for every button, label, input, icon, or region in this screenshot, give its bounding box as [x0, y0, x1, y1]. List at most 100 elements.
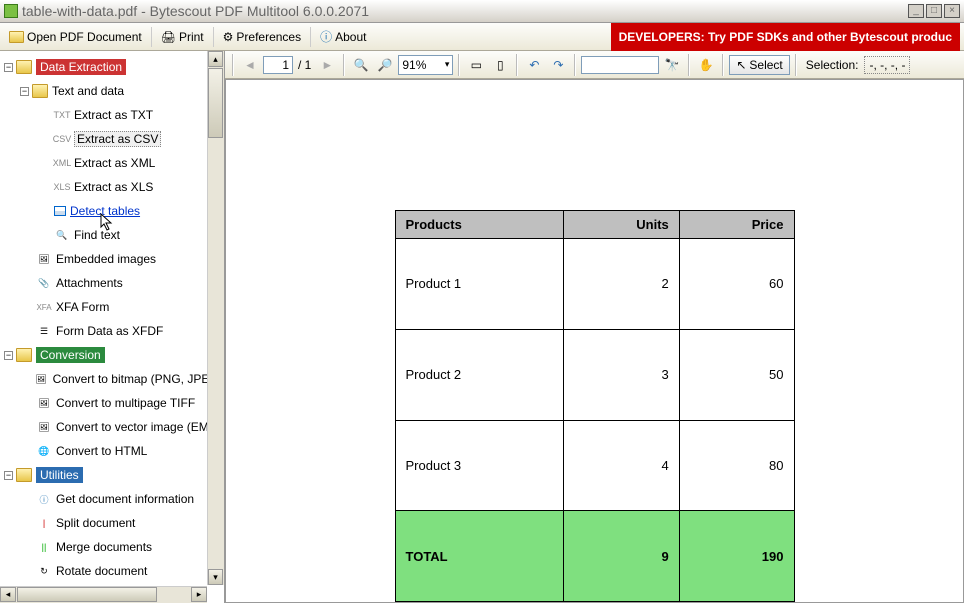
pdf-table: Products Units Price Product 1 2 60 Prod…: [395, 210, 795, 602]
scroll-thumb[interactable]: [17, 587, 157, 602]
xml-icon: XML: [54, 156, 70, 170]
collapse-icon[interactable]: −: [4, 471, 13, 480]
node-label: Form Data as XFDF: [56, 324, 163, 338]
tree-xfa-form[interactable]: XFA XFA Form: [2, 295, 222, 319]
preferences-button[interactable]: ⚙ Preferences: [218, 28, 306, 46]
sidebar-hscrollbar[interactable]: ◂ ▸: [0, 586, 207, 603]
tree-conv-vector[interactable]: 🖼 Convert to vector image (EMF): [2, 415, 222, 439]
csv-icon: CSV: [54, 132, 70, 146]
tree-get-info[interactable]: ⓘ Get document information: [2, 487, 222, 511]
collapse-icon[interactable]: −: [4, 351, 13, 360]
html-icon: 🌐: [36, 444, 52, 458]
select-tool-button[interactable]: ↖ Select: [729, 55, 789, 75]
node-label: Attachments: [56, 276, 123, 290]
window-title: table-with-data.pdf - Bytescout PDF Mult…: [22, 3, 369, 19]
tree-conv-tiff[interactable]: 🖼 Convert to multipage TIFF: [2, 391, 222, 415]
cell-price: 60: [679, 239, 794, 330]
tree-detect-tables[interactable]: Detect tables: [2, 199, 222, 223]
cell-product: Product 1: [395, 239, 563, 330]
tree-conv-bitmap[interactable]: 🖼 Convert to bitmap (PNG, JPEG,: [2, 367, 222, 391]
about-label: About: [335, 30, 366, 44]
tree-merge[interactable]: || Merge documents: [2, 535, 222, 559]
next-page-button[interactable]: ►: [316, 54, 338, 76]
document-view[interactable]: Products Units Price Product 1 2 60 Prod…: [225, 79, 964, 603]
paperclip-icon: 📎: [36, 276, 52, 290]
binoculars-icon: 🔭: [665, 58, 680, 72]
tiff-icon: 🖼: [36, 396, 52, 410]
cat-label: Conversion: [36, 347, 105, 363]
chevron-down-icon: ▾: [445, 59, 450, 70]
open-label: Open PDF Document: [27, 30, 142, 44]
developers-banner[interactable]: DEVELOPERS: Try PDF SDKs and other Bytes…: [611, 23, 960, 51]
col-price: Price: [679, 211, 794, 239]
tree-rotate[interactable]: ↻ Rotate document: [2, 559, 222, 583]
rotate-icon: ↻: [36, 564, 52, 578]
tree-text-and-data[interactable]: − Text and data: [2, 79, 222, 103]
cell-total-price: 190: [679, 511, 794, 602]
tree-data-extraction[interactable]: − Data Extraction: [2, 55, 222, 79]
cell-units: 4: [563, 420, 679, 511]
print-button[interactable]: 🖨 Print: [156, 28, 209, 46]
tree-conv-html[interactable]: 🌐 Convert to HTML: [2, 439, 222, 463]
minimize-button[interactable]: _: [908, 4, 924, 18]
print-label: Print: [179, 30, 204, 44]
close-button[interactable]: ×: [944, 4, 960, 18]
zoom-in-button[interactable]: 🔎: [374, 54, 396, 76]
arrow-left-icon: ◄: [244, 58, 256, 72]
tree-conversion[interactable]: − Conversion: [2, 343, 222, 367]
tree-extract-txt[interactable]: TXT Extract as TXT: [2, 103, 222, 127]
tree-split[interactable]: | Split document: [2, 511, 222, 535]
collapse-icon[interactable]: −: [20, 87, 29, 96]
zoom-select[interactable]: 91% ▾: [398, 55, 453, 75]
tree-extract-csv[interactable]: CSV Extract as CSV: [2, 127, 222, 151]
rotate-cw-button[interactable]: ↷: [547, 54, 569, 76]
open-pdf-button[interactable]: Open PDF Document: [4, 28, 147, 46]
prev-page-button[interactable]: ◄: [239, 54, 261, 76]
cell-price: 80: [679, 420, 794, 511]
about-button[interactable]: ⓘ About: [315, 26, 371, 47]
sidebar: − Data Extraction − Text and data TXT Ex…: [0, 51, 225, 603]
search-button[interactable]: 🔭: [661, 54, 683, 76]
scroll-thumb[interactable]: [208, 68, 223, 138]
fit-page-button[interactable]: ▭: [465, 54, 487, 76]
node-label: XFA Form: [56, 300, 109, 314]
scroll-right-icon[interactable]: ▸: [191, 587, 207, 602]
tree-embedded-images[interactable]: 🖼 Embedded images: [2, 247, 222, 271]
hand-icon: ✋: [699, 58, 714, 72]
gear-icon: ⚙: [223, 30, 234, 44]
tree-utilities[interactable]: − Utilities: [2, 463, 222, 487]
search-input[interactable]: [581, 56, 659, 74]
folder-icon: [32, 84, 48, 98]
node-label: Convert to vector image (EMF): [56, 420, 220, 434]
tree-form-data[interactable]: ☰ Form Data as XFDF: [2, 319, 222, 343]
table-row: Product 3 4 80: [395, 420, 794, 511]
cell-total-units: 9: [563, 511, 679, 602]
fit-width-button[interactable]: ▯: [489, 54, 511, 76]
rotate-ccw-button[interactable]: ↶: [523, 54, 545, 76]
node-label: Find text: [74, 228, 120, 242]
zoom-value: 91%: [402, 58, 444, 72]
page-input[interactable]: [263, 56, 293, 74]
folder-icon: [16, 60, 32, 74]
page-total: / 1: [295, 58, 314, 72]
tree-attachments[interactable]: 📎 Attachments: [2, 271, 222, 295]
cell-units: 3: [563, 329, 679, 420]
table-row: Product 1 2 60: [395, 239, 794, 330]
table-total-row: TOTAL 9 190: [395, 511, 794, 602]
zoom-out-button[interactable]: 🔍: [350, 54, 372, 76]
collapse-icon[interactable]: −: [4, 63, 13, 72]
scroll-up-icon[interactable]: ▴: [208, 51, 223, 67]
tree: − Data Extraction − Text and data TXT Ex…: [0, 51, 224, 585]
sidebar-vscrollbar[interactable]: ▴ ▾: [207, 51, 224, 585]
scroll-left-icon[interactable]: ◂: [0, 587, 16, 602]
tree-find-text[interactable]: 🔍 Find text: [2, 223, 222, 247]
maximize-button[interactable]: □: [926, 4, 942, 18]
tree-extract-xls[interactable]: XLS Extract as XLS: [2, 175, 222, 199]
rotate-ccw-icon: ↶: [529, 58, 539, 72]
select-label: Select: [749, 58, 782, 72]
tree-extract-xml[interactable]: XML Extract as XML: [2, 151, 222, 175]
hand-tool-button[interactable]: ✋: [695, 54, 717, 76]
folder-open-icon: [9, 31, 24, 43]
scroll-down-icon[interactable]: ▾: [208, 569, 223, 585]
table-icon: [54, 206, 66, 216]
